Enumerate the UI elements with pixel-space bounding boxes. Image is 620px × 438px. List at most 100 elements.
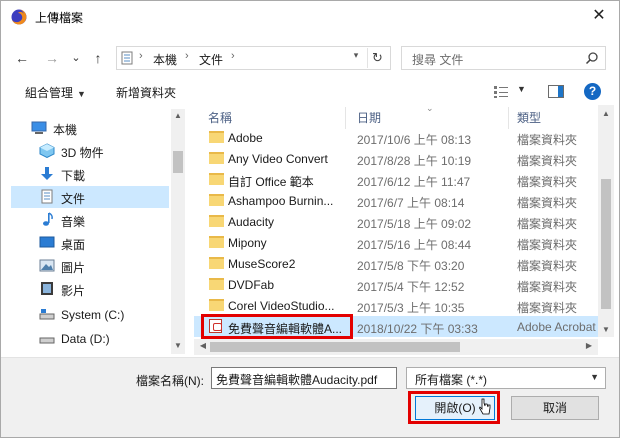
sidebar-item-desktop[interactable]: 桌面 — [11, 232, 169, 254]
new-folder-button[interactable]: 新增資料夾 — [116, 84, 176, 101]
navigation-bar: ← → ⌄ ↑ › 本機 › 文件 › ▾ ↻ 搜尋 文件 — [1, 43, 619, 73]
file-type: 檔案資料夾 — [517, 196, 578, 210]
address-history-dropdown-icon[interactable]: ▾ — [349, 50, 363, 61]
folder-icon — [209, 173, 224, 185]
sidebar-item-label: 下載 — [61, 169, 86, 183]
sidebar-item-documents[interactable]: 文件 — [11, 186, 169, 208]
file-name: DVDFab — [228, 278, 275, 292]
scroll-down-icon[interactable]: ▼ — [599, 325, 613, 334]
file-date: 2017/5/16 上午 08:44 — [357, 238, 472, 252]
file-row-selected[interactable]: 免費聲音編輯軟體A... 2018/10/22 下午 03:33 Adobe A… — [194, 316, 598, 337]
organize-label: 組合管理 — [25, 86, 74, 100]
pdf-icon — [209, 319, 222, 333]
change-view-icon[interactable] — [493, 85, 509, 99]
folder-icon — [209, 215, 224, 227]
file-date: 2017/5/4 下午 12:52 — [357, 280, 465, 294]
file-date: 2017/5/8 下午 03:20 — [357, 259, 465, 273]
breadcrumb-separator-icon: › — [139, 50, 143, 62]
scroll-down-icon[interactable]: ▼ — [171, 341, 185, 350]
sidebar-item-label: 音樂 — [61, 215, 86, 229]
file-type: 檔案資料夾 — [517, 217, 578, 231]
cancel-button[interactable]: 取消 — [511, 396, 599, 420]
computer-icon — [31, 121, 47, 134]
sidebar-item-music[interactable]: 音樂 — [11, 209, 169, 231]
scrollbar-thumb[interactable] — [601, 179, 611, 309]
scroll-right-icon[interactable]: ▶ — [582, 341, 596, 350]
file-row[interactable]: DVDFab 2017/5/4 下午 12:52 檔案資料夾 — [194, 274, 598, 295]
upload-file-dialog: 上傳檔案 ✕ ← → ⌄ ↑ › 本機 › 文件 › ▾ ↻ 搜尋 文件 組合管… — [0, 0, 620, 438]
documents-icon — [121, 51, 133, 65]
file-row[interactable]: Mipony 2017/5/16 上午 08:44 檔案資料夾 — [194, 232, 598, 253]
forward-button[interactable]: → — [43, 48, 61, 68]
up-button[interactable]: ↑ — [89, 48, 107, 68]
file-type: Adobe Acrobat — [517, 320, 596, 334]
sidebar-item-label: 文件 — [61, 192, 86, 206]
sidebar-item-label: 本機 — [53, 123, 78, 137]
folder-icon — [209, 257, 224, 269]
file-row[interactable]: MuseScore2 2017/5/8 下午 03:20 檔案資料夾 — [194, 253, 598, 274]
recent-locations-button[interactable]: ⌄ — [67, 48, 85, 68]
column-header-name[interactable]: 名稱 — [208, 109, 232, 129]
organize-button[interactable]: 組合管理 ▼ — [25, 84, 86, 101]
refresh-button[interactable]: ↻ — [367, 48, 387, 68]
help-icon[interactable]: ? — [584, 83, 601, 100]
mouse-cursor-icon — [479, 398, 491, 415]
close-button[interactable]: ✕ — [579, 1, 619, 31]
back-button[interactable]: ← — [13, 48, 31, 68]
file-date: 2017/8/28 上午 10:19 — [357, 154, 472, 168]
sidebar-item-label: System (C:) — [61, 308, 125, 322]
filename-field[interactable]: 免費聲音編輯軟體Audacity.pdf — [211, 367, 397, 389]
file-name: Ashampoo Burnin... — [228, 194, 334, 208]
file-row[interactable]: Any Video Convert 2017/8/28 上午 10:19 檔案資… — [194, 148, 598, 169]
file-row[interactable]: 自訂 Office 範本 2017/6/12 上午 11:47 檔案資料夾 — [194, 169, 598, 190]
file-type: 檔案資料夾 — [517, 133, 578, 147]
folder-icon — [209, 236, 224, 248]
sidebar-item-3d-objects[interactable]: 3D 物件 — [11, 140, 169, 162]
scrollbar-thumb[interactable] — [210, 342, 460, 352]
column-divider[interactable] — [345, 107, 346, 129]
sidebar-item-downloads[interactable]: 下載 — [11, 163, 169, 185]
title-bar: 上傳檔案 ✕ — [1, 1, 619, 31]
file-row[interactable]: Adobe 2017/10/6 上午 08:13 檔案資料夾 — [194, 127, 598, 148]
sidebar-item-videos[interactable]: 影片 — [11, 278, 169, 300]
documents-icon — [41, 189, 53, 204]
navigation-pane-scrollbar[interactable]: ▲ ▼ — [171, 109, 185, 354]
column-header-date[interactable]: 日期 — [357, 109, 381, 129]
file-row[interactable]: Ashampoo Burnin... 2017/6/7 上午 08:14 檔案資… — [194, 190, 598, 211]
file-row[interactable]: Audacity 2017/5/18 上午 09:02 檔案資料夾 — [194, 211, 598, 232]
view-options-dropdown-icon[interactable]: ▼ — [517, 84, 526, 94]
breadcrumb-this-pc[interactable]: 本機 — [153, 51, 177, 68]
breadcrumb-documents[interactable]: 文件 — [199, 51, 223, 68]
file-type: 檔案資料夾 — [517, 259, 578, 273]
file-type: 檔案資料夾 — [517, 175, 578, 189]
file-name: Corel VideoStudio... — [228, 299, 335, 313]
address-bar[interactable]: › 本機 › 文件 › ▾ ↻ — [116, 46, 391, 70]
3d-objects-icon — [39, 143, 55, 158]
column-header-type[interactable]: 類型 — [517, 109, 541, 129]
music-icon — [43, 212, 53, 226]
column-divider[interactable] — [508, 107, 509, 129]
file-type-filter-select[interactable]: 所有檔案 (*.*) ▼ — [406, 367, 606, 389]
scroll-up-icon[interactable]: ▲ — [171, 111, 185, 120]
scroll-up-icon[interactable]: ▲ — [599, 109, 613, 118]
sidebar-item-this-pc[interactable]: 本機 — [11, 117, 169, 139]
sidebar-item-data-d[interactable]: Data (D:) — [11, 328, 169, 350]
sidebar-item-pictures[interactable]: 圖片 — [11, 255, 169, 277]
scroll-left-icon[interactable]: ◀ — [196, 341, 210, 350]
scrollbar-thumb[interactable] — [173, 151, 183, 173]
file-date: 2018/10/22 下午 03:33 — [357, 322, 478, 336]
file-row[interactable]: Corel VideoStudio... 2017/5/3 上午 10:35 檔… — [194, 295, 598, 316]
file-name: MuseScore2 — [228, 257, 296, 271]
sidebar-item-label: 圖片 — [61, 261, 86, 275]
file-list-horizontal-scrollbar[interactable]: ◀ ▶ — [194, 339, 598, 355]
sidebar-item-system-c[interactable]: System (C:) — [11, 304, 169, 326]
file-name: Audacity — [228, 215, 275, 229]
file-name: Any Video Convert — [228, 152, 328, 166]
pictures-icon — [39, 259, 55, 272]
chevron-down-icon: ▼ — [77, 89, 86, 99]
preview-pane-icon[interactable] — [548, 85, 564, 98]
file-list-vertical-scrollbar[interactable]: ▲ ▼ — [598, 105, 614, 337]
folder-icon — [209, 299, 224, 311]
search-icon — [585, 52, 598, 65]
search-input[interactable]: 搜尋 文件 — [401, 46, 606, 70]
